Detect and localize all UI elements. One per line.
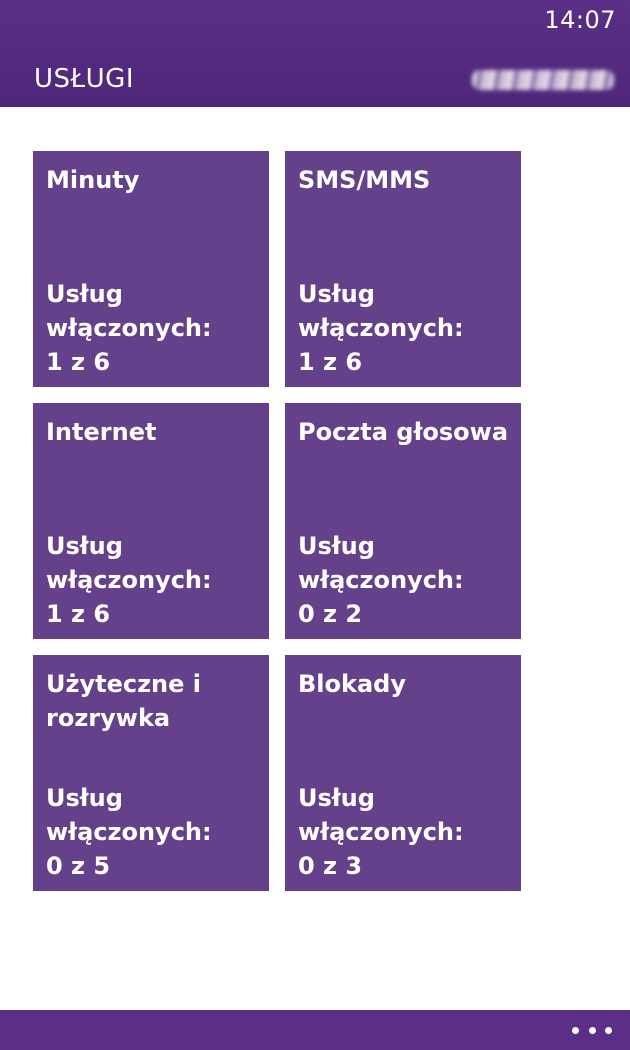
tile-title: Minuty [46,166,140,194]
tile-internet[interactable]: Internet Usług włączonych: 1 z 6 [33,403,269,639]
tile-minuty[interactable]: Minuty Usług włączonych: 1 z 6 [33,151,269,387]
dot [588,1026,596,1034]
ellipsis-icon[interactable] [572,1022,612,1038]
tile-status-label: Usług [46,784,123,812]
tile-status: Usług włączonych: 1 z 6 [46,277,212,379]
services-grid: Minuty Usług włączonych: 1 z 6 SMS/MMS U… [33,151,521,891]
tile-status: Usług włączonych: 1 z 6 [298,277,464,379]
tile-status-label: włączonych: [46,314,212,342]
tile-status-label: Usług [46,280,123,308]
tile-status-count: 1 z 6 [298,348,363,376]
header-bar: 14:07 USŁUGI [0,0,630,107]
tile-status-count: 1 z 6 [46,348,111,376]
status-clock: 14:07 [544,6,616,34]
tile-title: Poczta głosowa [298,418,509,446]
tile-title: Blokady [298,670,406,698]
tile-status-label: Usług [298,784,375,812]
tile-title: SMS/MMS [298,166,431,194]
tile-status-count: 0 z 3 [298,852,363,880]
tile-status-count: 0 z 5 [46,852,111,880]
tile-blokady[interactable]: Blokady Usług włączonych: 0 z 3 [285,655,521,891]
dot [572,1026,579,1034]
dot [605,1026,612,1034]
tile-status-label: włączonych: [46,818,212,846]
tile-sms-mms[interactable]: SMS/MMS Usług włączonych: 1 z 6 [285,151,521,387]
tile-status-label: włączonych: [298,818,464,846]
tile-poczta-glosowa[interactable]: Poczta głosowa Usług włączonych: 0 z 2 [285,403,521,639]
tile-status: Usług włączonych: 0 z 3 [298,781,464,883]
tile-title: Internet [46,418,157,446]
tile-uzyteczne-i-rozrywka[interactable]: Użyteczne i rozrywka Usług włączonych: 0… [33,655,269,891]
tile-status-count: 1 z 6 [46,600,111,628]
tile-status-label: włączonych: [298,314,464,342]
account-number-obscured [472,70,614,90]
tile-title: Użyteczne i rozrywka [46,670,201,732]
app-bar [0,1010,630,1050]
tile-status-label: włączonych: [46,566,212,594]
tile-status: Usług włączonych: 0 z 5 [46,781,212,883]
tile-status-count: 0 z 2 [298,600,363,628]
tile-status-label: Usług [46,532,123,560]
tile-status-label: Usług [298,532,375,560]
tile-status: Usług włączonych: 0 z 2 [298,529,464,631]
tile-status-label: włączonych: [298,566,464,594]
tile-status: Usług włączonych: 1 z 6 [46,529,212,631]
tile-status-label: Usług [298,280,375,308]
page-title: USŁUGI [34,64,134,94]
